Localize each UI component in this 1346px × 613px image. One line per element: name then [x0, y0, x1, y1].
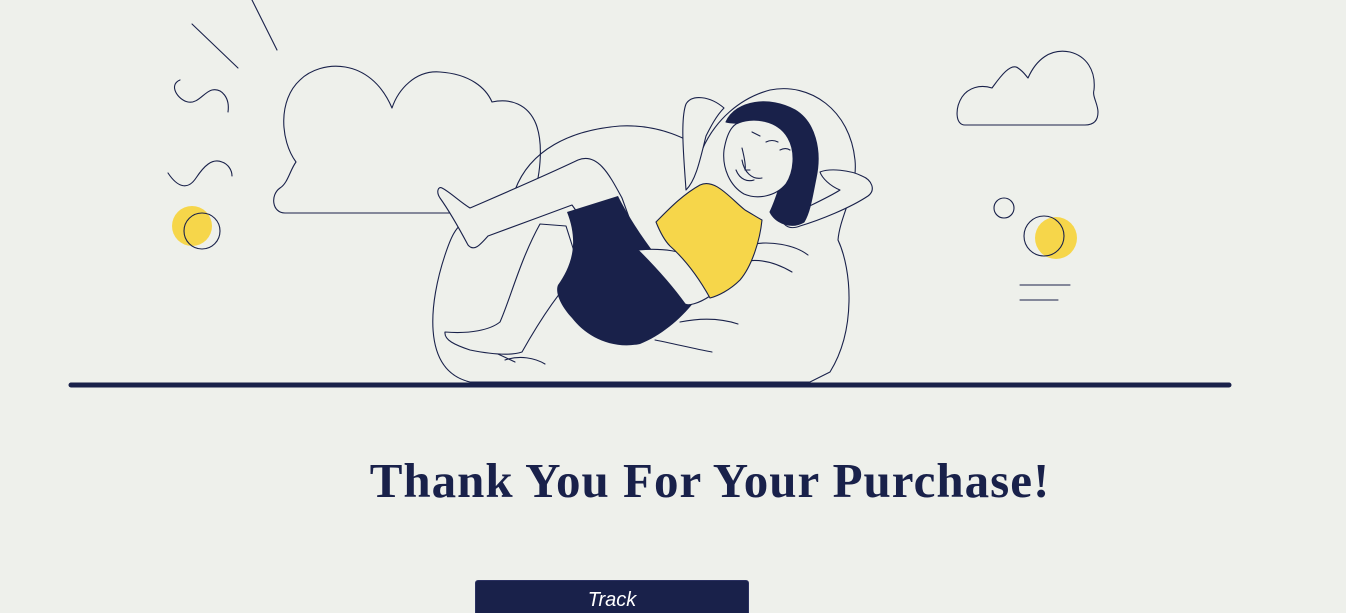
- sun-icon: [993, 197, 1077, 301]
- squiggle-icon: [167, 79, 233, 187]
- page-title: Thank You For Your Purchase!: [369, 453, 1051, 508]
- cloud-icon: [956, 50, 1099, 126]
- relaxing-woman-illustration: [68, 0, 1232, 388]
- sun-rays-icon: [191, 0, 278, 69]
- track-button[interactable]: Track: [475, 580, 749, 613]
- thank-you-page: Thank You For Your Purchase! Track: [0, 0, 1346, 613]
- cloud-icon: [273, 65, 541, 214]
- sun-icon: [172, 206, 221, 250]
